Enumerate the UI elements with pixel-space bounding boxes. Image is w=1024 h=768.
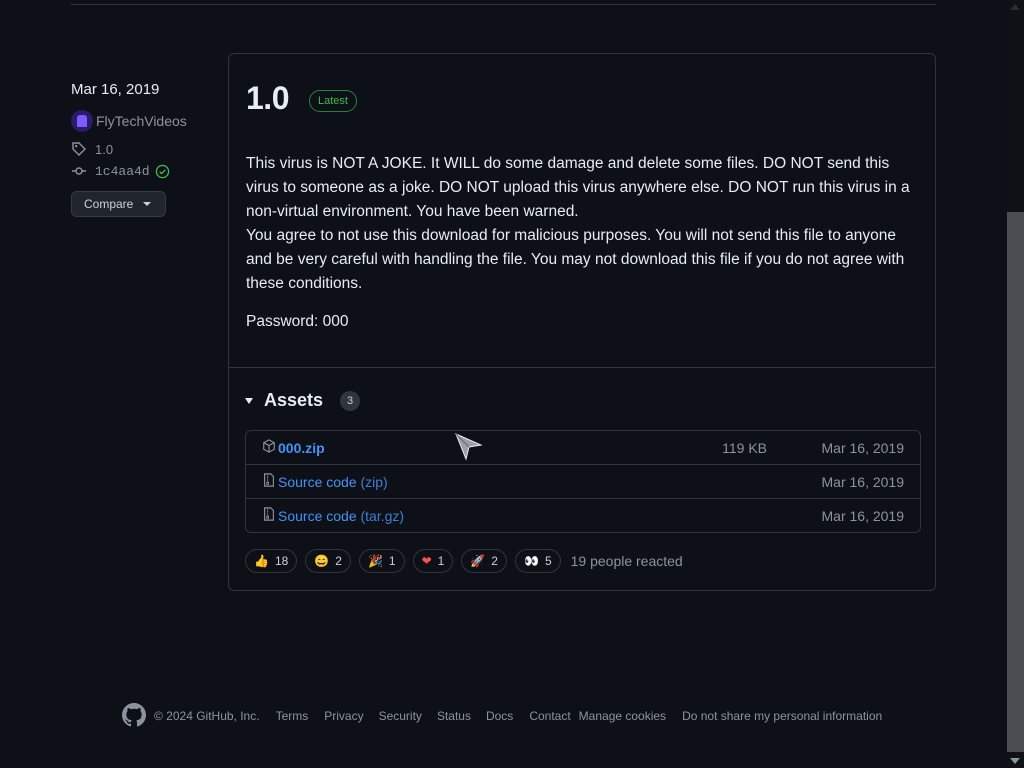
asset-link-name[interactable]: Source code bbox=[278, 474, 357, 490]
reaction-laugh[interactable]: 😄 2 bbox=[305, 549, 351, 573]
asset-row: Source code (zip) Mar 16, 2019 bbox=[246, 464, 920, 498]
section-divider bbox=[71, 4, 936, 5]
release-title[interactable]: 1.0 bbox=[246, 80, 289, 117]
laugh-icon: 😄 bbox=[314, 554, 330, 568]
release-notes-paragraph: You agree to not use this download for m… bbox=[246, 227, 905, 292]
hooray-icon: 🎉 bbox=[367, 554, 383, 568]
reaction-count: 2 bbox=[491, 554, 498, 568]
asset-link-suffix[interactable]: (zip) bbox=[361, 474, 388, 490]
password-line: Password: 000 bbox=[246, 313, 349, 330]
asset-link-name[interactable]: Source code bbox=[278, 508, 357, 524]
assets-count-badge: 3 bbox=[340, 390, 361, 411]
scrollbar-thumb[interactable] bbox=[1007, 212, 1024, 752]
tag-name[interactable]: 1.0 bbox=[95, 142, 113, 157]
reaction-summary[interactable]: 19 people reacted bbox=[571, 553, 683, 569]
asset-date: Mar 16, 2019 bbox=[821, 473, 905, 490]
scrollbar[interactable] bbox=[1007, 0, 1024, 768]
commit-sha[interactable]: 1c4aa4d bbox=[95, 164, 150, 179]
footer-copyright: © 2024 GitHub, Inc. bbox=[154, 709, 260, 723]
asset-row: Source code (tar.gz) Mar 16, 2019 bbox=[246, 498, 920, 532]
footer-link-security[interactable]: Security bbox=[379, 709, 422, 723]
release-date: Mar 16, 2019 bbox=[71, 81, 160, 98]
footer-link-contact[interactable]: Contact bbox=[529, 709, 570, 723]
asset-date: Mar 16, 2019 bbox=[821, 439, 905, 456]
release-card: 1.0 Latest This virus is NOT A JOKE. It … bbox=[228, 53, 936, 591]
mouse-pointer-icon bbox=[455, 433, 483, 466]
github-logo-icon[interactable] bbox=[122, 702, 146, 730]
reaction-thumbs-up[interactable]: 👍 18 bbox=[245, 549, 298, 573]
scroll-up-icon[interactable] bbox=[1010, 4, 1020, 10]
file-zip-icon bbox=[262, 507, 276, 524]
reaction-count: 1 bbox=[437, 554, 445, 568]
assets-title[interactable]: Assets bbox=[264, 390, 323, 411]
footer-link-manage-cookies[interactable]: Manage cookies bbox=[579, 709, 666, 723]
asset-link-suffix[interactable]: (tar.gz) bbox=[361, 508, 405, 524]
disclosure-triangle-icon[interactable] bbox=[245, 397, 253, 404]
reaction-hooray[interactable]: 🎉 1 bbox=[358, 549, 405, 573]
reaction-count: 5 bbox=[544, 554, 552, 568]
reaction-count: 18 bbox=[274, 554, 289, 568]
compare-button[interactable]: Compare bbox=[71, 191, 166, 217]
rocket-icon: 🚀 bbox=[470, 554, 486, 568]
release-tag[interactable]: 1.0 bbox=[71, 138, 221, 160]
release-meta: Mar 16, 2019 FlyTechVideos 1.0 1c4aa4d C… bbox=[71, 80, 221, 217]
footer-link-status[interactable]: Status bbox=[437, 709, 471, 723]
asset-link[interactable]: 000.zip bbox=[278, 440, 325, 456]
file-zip-icon bbox=[262, 473, 276, 490]
reaction-rocket[interactable]: 🚀 2 bbox=[461, 549, 507, 573]
eyes-icon: 👀 bbox=[523, 554, 539, 568]
tag-icon bbox=[71, 141, 91, 157]
release-author[interactable]: FlyTechVideos bbox=[71, 110, 221, 132]
footer-link-do-not-share[interactable]: Do not share my personal information bbox=[682, 709, 882, 723]
thumbs-up-icon: 👍 bbox=[254, 554, 269, 568]
scroll-down-icon[interactable] bbox=[1010, 758, 1020, 764]
asset-link[interactable]: Source code (tar.gz) bbox=[278, 508, 404, 524]
reaction-heart[interactable]: ❤ 1 bbox=[412, 549, 454, 573]
package-icon bbox=[262, 439, 276, 456]
asset-size: 119 KB bbox=[722, 439, 767, 456]
release-notes-paragraph: This virus is NOT A JOKE. It WILL do som… bbox=[246, 155, 910, 220]
author-name[interactable]: FlyTechVideos bbox=[96, 113, 187, 129]
compare-label: Compare bbox=[84, 197, 134, 211]
verified-check-icon[interactable] bbox=[155, 164, 170, 179]
heart-icon: ❤ bbox=[421, 554, 432, 568]
asset-date: Mar 16, 2019 bbox=[821, 507, 905, 524]
latest-badge: Latest bbox=[308, 89, 357, 112]
avatar[interactable] bbox=[71, 110, 93, 132]
asset-link[interactable]: Source code (zip) bbox=[278, 474, 388, 490]
release-notes: This virus is NOT A JOKE. It WILL do som… bbox=[246, 152, 926, 296]
reaction-eyes[interactable]: 👀 5 bbox=[514, 549, 561, 573]
release-commit[interactable]: 1c4aa4d bbox=[71, 160, 221, 182]
reactions-bar: 👍 18 😄 2 🎉 1 ❤ 1 🚀 2 👀 5 19 people reacted bbox=[245, 549, 683, 573]
commit-icon bbox=[71, 163, 91, 179]
asset-list: 000.zip 119 KB Mar 16, 2019 Source code … bbox=[245, 430, 921, 533]
footer-link-docs[interactable]: Docs bbox=[486, 709, 513, 723]
reaction-count: 1 bbox=[388, 554, 396, 568]
footer-link-privacy[interactable]: Privacy bbox=[324, 709, 363, 723]
reaction-count: 2 bbox=[335, 554, 342, 568]
footer-link-terms[interactable]: Terms bbox=[276, 709, 309, 723]
asset-row: 000.zip 119 KB Mar 16, 2019 bbox=[246, 431, 920, 464]
chevron-down-icon bbox=[143, 202, 152, 206]
assets-toggle[interactable]: Assets 3 bbox=[245, 390, 361, 411]
site-footer: © 2024 GitHub, Inc. Terms Privacy Securi… bbox=[122, 702, 882, 730]
card-divider bbox=[229, 367, 935, 368]
